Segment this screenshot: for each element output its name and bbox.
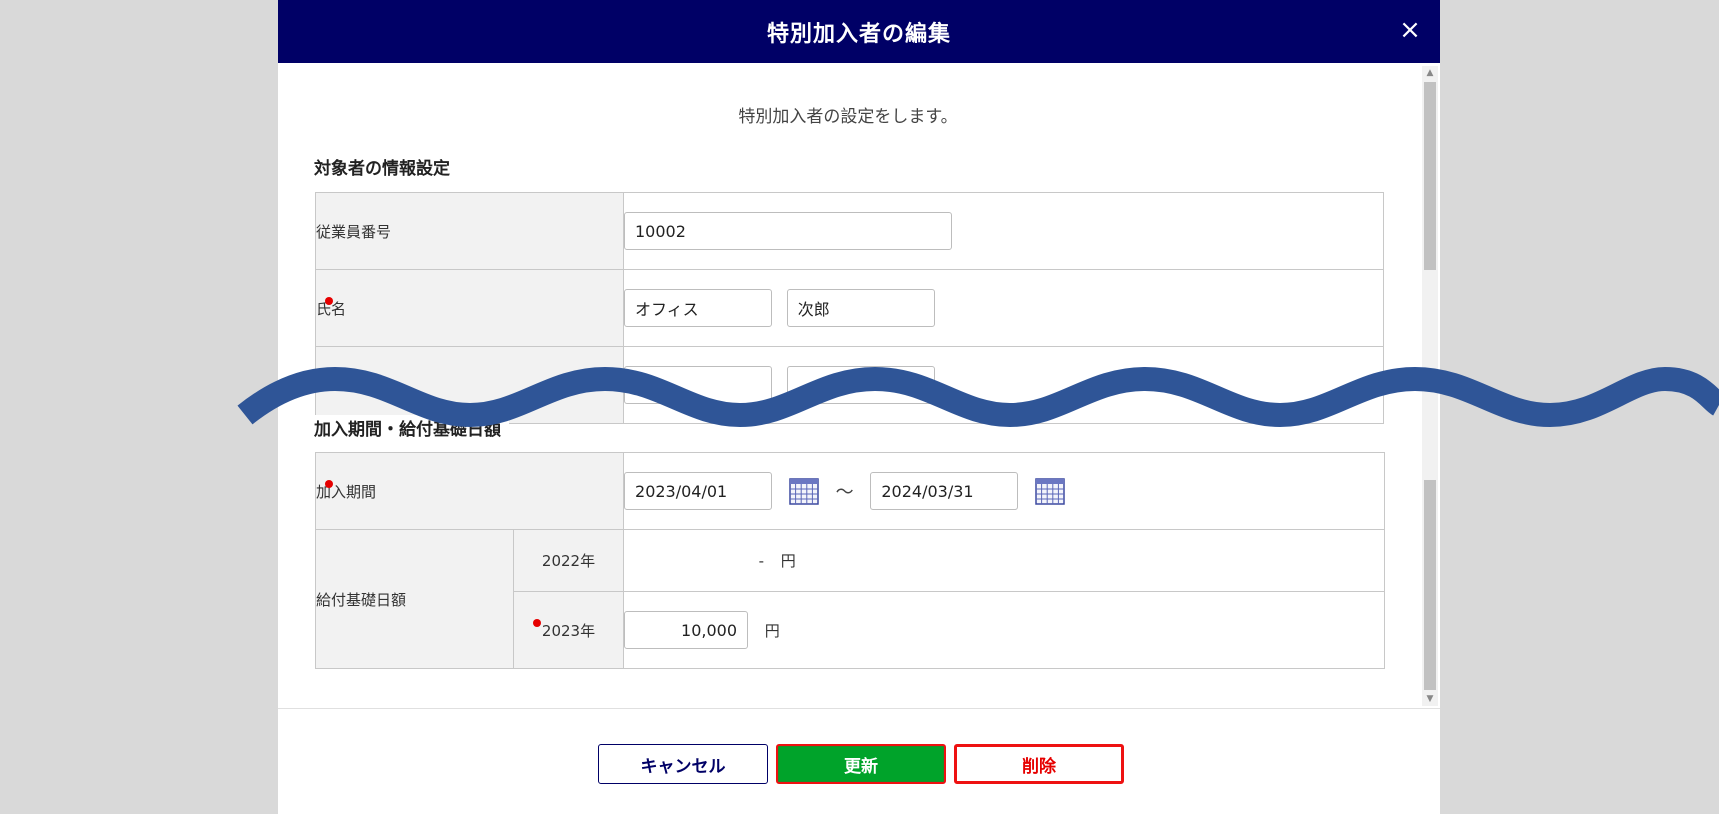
year-2023-label-cell: 2023年 [512,591,625,669]
daily-base-label: 給付基礎日額 [315,529,514,669]
close-icon[interactable]: × [1394,14,1426,46]
period-cell: ～ [623,452,1386,530]
cancel-button[interactable]: キャンセル [598,744,768,784]
intro-text: 特別加入者の設定をします。 [738,107,958,127]
daily-base-2022-cell: - 円 [623,529,1386,592]
employee-no-input[interactable] [624,212,952,250]
dialog-header: 特別加入者の編集 × [278,0,1440,63]
scroll-up-arrow-icon[interactable]: ▲ [1422,66,1438,80]
year-2023-label: 2023年 [541,621,596,640]
last-name-kana-input[interactable] [624,366,772,404]
required-marker [533,619,541,627]
period-tilde: ～ [835,482,854,503]
scroll-down-arrow-icon[interactable]: ▼ [1422,692,1438,706]
dialog-body: 特別加入者の設定をします。 対象者の情報設定 従業員番号 氏名 [278,64,1440,709]
kana-cell [623,346,1384,424]
year-2022-label: 2022年 [512,529,625,592]
section-title-target-info: 対象者の情報設定 [314,159,450,179]
name-cell [623,269,1384,347]
name-row: 氏名 [315,269,1384,347]
first-name-kana-input[interactable] [786,366,935,404]
required-marker [325,480,333,488]
name-label-cell: 氏名 [315,269,624,347]
scrollbar-thumb[interactable] [1424,82,1436,270]
first-name-input[interactable] [786,289,935,327]
delete-button[interactable]: 削除 [954,744,1124,784]
daily-base-2023-cell: 円 [623,591,1386,669]
section-title-period: 加入期間・給付基礎日額 [314,415,509,440]
daily-base-2023-input[interactable] [624,611,749,649]
calendar-icon[interactable] [1035,477,1065,505]
period-end-input[interactable] [870,472,1019,510]
yen-unit: 円 [764,621,780,640]
period-table: 加入期間 ～ [314,452,1386,669]
daily-base-row-2022: 給付基礎日額 2022年 - 円 [315,529,1386,669]
employee-no-row: 従業員番号 [315,192,1384,270]
vertical-scrollbar[interactable]: ▲ ▼ [1422,66,1438,706]
scrollbar-thumb[interactable] [1424,480,1436,690]
daily-base-2022-value: - [758,551,765,570]
last-name-input[interactable] [624,289,772,327]
kana-label-cell [315,346,624,424]
update-button[interactable]: 更新 [776,744,946,784]
period-start-input[interactable] [624,472,773,510]
calendar-icon[interactable] [789,477,819,505]
required-marker [325,297,333,305]
yen-unit: 円 [780,552,796,570]
period-row: 加入期間 ～ [314,452,1386,530]
employee-no-cell [623,192,1384,270]
period-label-cell: 加入期間 [314,452,625,530]
target-info-table: 従業員番号 氏名 [315,192,1384,424]
edit-dialog: 特別加入者の編集 × 特別加入者の設定をします。 対象者の情報設定 従業員番号 … [278,0,1440,814]
kana-row [315,346,1384,424]
employee-no-label: 従業員番号 [315,192,624,270]
dialog-title: 特別加入者の編集 [766,21,951,47]
